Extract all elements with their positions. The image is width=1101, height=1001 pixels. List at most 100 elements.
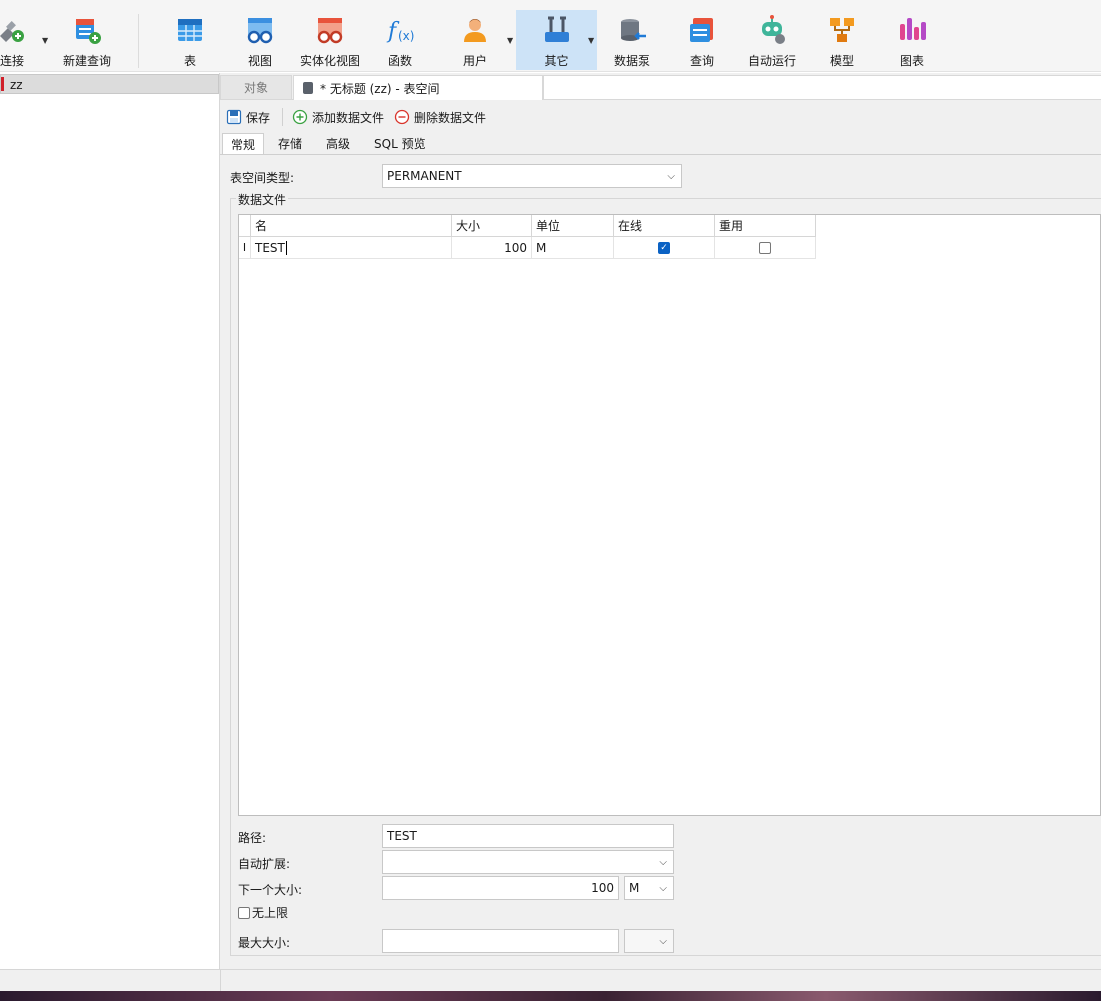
delete-datafile-button[interactable]: 删除数据文件 (394, 107, 486, 127)
chevron-down-icon: ⌵ (659, 857, 667, 868)
add-circle-icon (292, 109, 308, 125)
other-dropdown-icon[interactable]: ▼ (588, 36, 594, 45)
autoextend-select[interactable]: ⌵ (382, 850, 674, 874)
materialized-view-icon (317, 18, 343, 44)
toolbar-chart-button[interactable]: 图表 (892, 10, 932, 70)
connection-dropdown-icon[interactable]: ▼ (42, 36, 48, 45)
next-size-unit-select[interactable]: M ⌵ (624, 876, 674, 900)
save-button[interactable]: 保存 (226, 107, 270, 127)
tab-tablespace-designer[interactable]: * 无标题 (zz) - 表空间 (293, 75, 543, 100)
toolbar-label: 表 (183, 54, 196, 68)
function-icon: f (x) (386, 19, 414, 44)
save-icon (226, 109, 242, 125)
tablespace-type-select[interactable]: PERMANENT ⌵ (382, 164, 682, 188)
next-size-unit-value: M (629, 881, 640, 895)
unlimited-checkbox[interactable] (238, 906, 250, 919)
toolbar-new-query-button[interactable]: 新建查询 (58, 10, 116, 70)
status-divider (220, 970, 221, 991)
toolbar-data-pump-button[interactable]: 数据泵 (610, 10, 654, 70)
toolbar-label: 连接 (0, 54, 24, 68)
column-header-name[interactable]: 名 (251, 215, 452, 237)
toolbar-label: 视图 (247, 54, 272, 68)
view-icon (247, 18, 273, 44)
toolbar-label: 其它 (544, 54, 569, 68)
toolbar-automation-button[interactable]: 自动运行 (744, 10, 800, 70)
max-size-label: 最大大小: (238, 936, 291, 950)
designer-content: 保存 添加数据文件 删除数据文件 常规 存储 高级 SQL 预览 表空间类型: … (220, 100, 1101, 969)
tree-item-connection[interactable]: zz (0, 74, 219, 94)
toolbar-model-button[interactable]: 模型 (822, 10, 862, 70)
max-size-unit-select[interactable]: ⌵ (624, 929, 674, 953)
toolbar-label: 实体化视图 (299, 54, 360, 68)
column-header-online[interactable]: 在线 (614, 215, 715, 237)
max-size-input[interactable] (382, 929, 619, 953)
action-separator (282, 108, 283, 126)
subtab-storage[interactable]: 存储 (270, 133, 310, 154)
datafiles-grid[interactable]: 名 大小 单位 在线 重用 I TEST 100 M ✓ (238, 214, 1101, 816)
toolbar-connection-button[interactable]: 连接 (0, 10, 32, 70)
chevron-down-icon: ⌵ (659, 883, 667, 894)
toolbar-label: 图表 (899, 54, 924, 68)
cell-online[interactable]: ✓ (614, 237, 715, 259)
robot-icon (762, 15, 785, 44)
toolbar-function-button[interactable]: f (x) 函数 (380, 10, 420, 70)
unlimited-label: 无上限 (252, 906, 289, 920)
cell-reuse[interactable] (715, 237, 816, 259)
toolbar-label: 数据泵 (613, 54, 650, 68)
column-header-reuse[interactable]: 重用 (715, 215, 816, 237)
next-size-label: 下一个大小: (238, 883, 303, 897)
toolbar-materialized-view-button[interactable]: 实体化视图 (296, 10, 364, 70)
toolbar-view-button[interactable]: 视图 (240, 10, 280, 70)
connection-color-marker (1, 77, 4, 91)
main-toolbar: 连接 ▼ 新建查询 表 视图 实体化视图 f (x) 函数 用户 ▼ 其它 ▼ … (0, 4, 1101, 72)
column-header-unit[interactable]: 单位 (532, 215, 614, 237)
add-datafile-button[interactable]: 添加数据文件 (292, 107, 384, 127)
next-size-input[interactable]: 100 (382, 876, 619, 900)
cell-unit[interactable]: M (532, 237, 614, 259)
text-caret (285, 240, 287, 255)
subtab-sql-preview[interactable]: SQL 预览 (366, 133, 434, 154)
subtab-label: SQL 预览 (374, 137, 426, 151)
save-label: 保存 (246, 110, 271, 125)
tablespace-icon (303, 82, 313, 94)
user-dropdown-icon[interactable]: ▼ (507, 36, 513, 45)
user-icon (464, 19, 486, 42)
subtab-advanced[interactable]: 高级 (318, 133, 358, 154)
desktop-wallpaper-strip (0, 991, 1101, 1001)
unlimited-option[interactable]: 无上限 (238, 904, 288, 921)
subtab-divider (220, 154, 1101, 155)
toolbar-query-button[interactable]: 查询 (682, 10, 722, 70)
toolbar-other-button[interactable]: 其它 (516, 10, 597, 70)
svg-text:(x): (x) (398, 29, 414, 43)
path-value: TEST (387, 829, 417, 843)
toolbar-label: 新建查询 (62, 54, 111, 68)
path-input[interactable]: TEST (382, 824, 674, 848)
object-tab-strip: 对象 * 无标题 (zz) - 表空间 (220, 73, 1101, 100)
subtab-label: 常规 (231, 138, 256, 152)
chevron-down-icon: ⌵ (667, 171, 675, 182)
column-header-size[interactable]: 大小 (452, 215, 532, 237)
cell-size[interactable]: 100 (452, 237, 532, 259)
subtab-general[interactable]: 常规 (222, 133, 265, 155)
subtab-label: 高级 (326, 137, 351, 151)
toolbar-table-button[interactable]: 表 (170, 10, 210, 70)
table-icon (178, 19, 202, 41)
toolbar-label: 函数 (387, 54, 412, 68)
remove-circle-icon (394, 109, 410, 125)
tab-strip-filler (543, 75, 1101, 100)
grid-row-header-corner (239, 215, 251, 237)
add-datafile-label: 添加数据文件 (312, 110, 385, 125)
subtab-label: 存储 (278, 137, 303, 151)
cell-name[interactable]: TEST (251, 237, 452, 259)
toolbar-user-button[interactable]: 用户 (455, 10, 495, 70)
tablespace-type-value: PERMANENT (387, 169, 462, 183)
online-checkbox[interactable]: ✓ (658, 241, 670, 254)
toolbar-label: 模型 (829, 54, 854, 68)
path-label: 路径: (238, 831, 267, 845)
delete-datafile-label: 删除数据文件 (414, 110, 487, 125)
action-bar: 保存 添加数据文件 删除数据文件 (220, 104, 1101, 130)
query-icon (690, 18, 713, 42)
tab-objects[interactable]: 对象 (220, 75, 292, 100)
reuse-checkbox[interactable] (759, 241, 771, 254)
toolbar-label: 自动运行 (747, 54, 796, 68)
